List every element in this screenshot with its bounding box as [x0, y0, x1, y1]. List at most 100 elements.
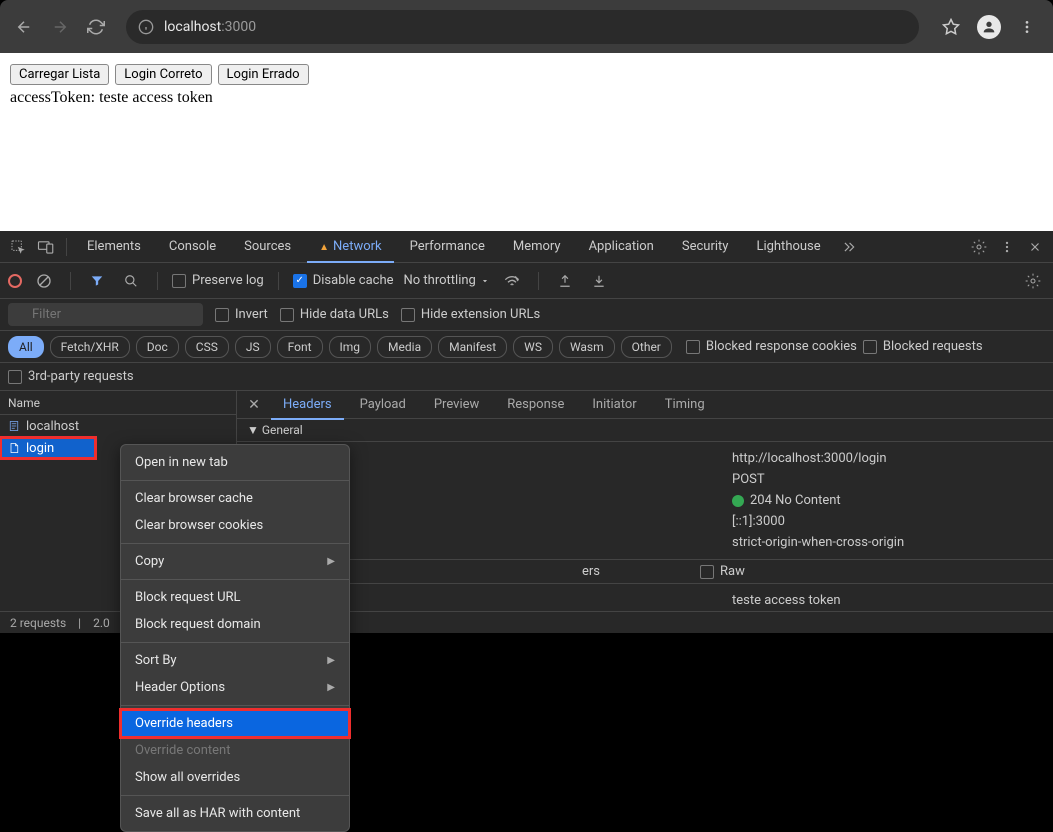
page-button-2[interactable]: Login Correto: [115, 64, 211, 85]
context-item-copy[interactable]: Copy▶: [121, 548, 349, 575]
type-css[interactable]: CSS: [185, 336, 229, 358]
disable-cache-label: Disable cache: [313, 273, 394, 288]
tab-performance[interactable]: Performance: [398, 231, 497, 262]
type-doc[interactable]: Doc: [136, 336, 179, 358]
tab-console[interactable]: Console: [157, 231, 228, 262]
context-separator: [121, 480, 349, 481]
type-fetch[interactable]: Fetch/XHR: [50, 336, 130, 358]
page-button-3[interactable]: Login Errado: [218, 64, 309, 85]
context-item-block-request-url[interactable]: Block request URL: [121, 584, 349, 611]
forward-button[interactable]: [46, 13, 74, 41]
filter-input[interactable]: [8, 303, 203, 326]
tab-sources[interactable]: Sources: [232, 231, 303, 262]
device-icon[interactable]: [34, 235, 58, 259]
throttling-select[interactable]: No throttling: [404, 273, 490, 288]
disable-cache-checkbox[interactable]: Disable cache: [293, 273, 394, 288]
detail-tab-response[interactable]: Response: [495, 391, 576, 418]
raw-checkbox[interactable]: Raw: [700, 564, 745, 579]
filter-row: Invert Hide data URLs Hide extension URL…: [0, 299, 1053, 331]
context-item-override-content: Override content: [121, 737, 349, 764]
file-icon: [8, 442, 20, 454]
tab-security[interactable]: Security: [670, 231, 741, 262]
more-tabs-icon[interactable]: [837, 235, 861, 259]
detail-tab-payload[interactable]: Payload: [348, 391, 418, 418]
search-icon[interactable]: [119, 269, 143, 293]
devtools-tabs: Elements Console Sources Network Perform…: [0, 231, 1053, 263]
transfer-size: 2.0: [93, 616, 110, 630]
detail-tab-preview[interactable]: Preview: [422, 391, 491, 418]
blocked-requests-checkbox[interactable]: Blocked requests: [863, 339, 983, 354]
context-separator: [121, 705, 349, 706]
type-ws[interactable]: WS: [513, 336, 553, 358]
preserve-log-checkbox[interactable]: Preserve log: [172, 273, 264, 288]
reload-button[interactable]: [82, 13, 110, 41]
close-detail-icon[interactable]: ✕: [241, 397, 267, 413]
type-other[interactable]: Other: [621, 336, 672, 358]
type-js[interactable]: JS: [235, 336, 271, 358]
close-devtools-icon[interactable]: [1023, 235, 1047, 259]
context-item-override-headers[interactable]: Override headers: [121, 710, 349, 737]
kebab-icon[interactable]: [995, 235, 1019, 259]
detail-tab-initiator[interactable]: Initiator: [580, 391, 648, 418]
info-icon: [138, 19, 154, 35]
page-button-1[interactable]: Carregar Lista: [10, 64, 109, 85]
context-menu: Open in new tab Clear browser cacheClear …: [120, 444, 350, 832]
profile-avatar[interactable]: [973, 11, 1005, 43]
header-value: teste access token: [732, 593, 841, 608]
context-item-open-in-new-tab[interactable]: Open in new tab: [121, 449, 349, 476]
chevron-right-icon: ▶: [327, 556, 335, 567]
chevron-right-icon: ▶: [327, 655, 335, 666]
context-item-header-options[interactable]: Header Options▶: [121, 674, 349, 701]
menu-icon[interactable]: [1011, 11, 1043, 43]
inspect-icon[interactable]: [6, 235, 30, 259]
type-font[interactable]: Font: [277, 336, 323, 358]
context-item-clear-browser-cookies[interactable]: Clear browser cookies: [121, 512, 349, 539]
referrer-policy-value: strict-origin-when-cross-origin: [732, 535, 904, 550]
tab-memory[interactable]: Memory: [501, 231, 573, 262]
status-dot-icon: [732, 495, 744, 507]
upload-icon[interactable]: [553, 269, 577, 293]
filter-icon[interactable]: [85, 269, 109, 293]
invert-checkbox[interactable]: Invert: [215, 307, 268, 322]
record-button[interactable]: [8, 274, 22, 288]
request-url-value: http://localhost:3000/login: [732, 451, 887, 466]
settings-icon[interactable]: [967, 235, 991, 259]
tab-elements[interactable]: Elements: [75, 231, 153, 262]
context-item-block-request-domain[interactable]: Block request domain: [121, 611, 349, 638]
tab-network[interactable]: Network: [307, 231, 394, 262]
response-headers-section[interactable]: ers Raw: [237, 559, 1053, 584]
list-item-login[interactable]: login: [0, 437, 96, 459]
wifi-icon[interactable]: [500, 269, 524, 293]
list-header-name[interactable]: Name: [0, 391, 236, 415]
type-img[interactable]: Img: [329, 336, 372, 358]
address-bar[interactable]: localhost:3000: [126, 10, 919, 44]
tab-lighthouse[interactable]: Lighthouse: [744, 231, 832, 262]
document-icon: [8, 420, 20, 432]
tab-application[interactable]: Application: [577, 231, 666, 262]
context-item-show-all-overrides[interactable]: Show all overrides: [121, 764, 349, 791]
context-item-sort-by[interactable]: Sort By▶: [121, 647, 349, 674]
bookmark-icon[interactable]: [935, 11, 967, 43]
detail-tab-headers[interactable]: Headers: [271, 391, 344, 420]
third-party-checkbox[interactable]: 3rd-party requests: [8, 369, 134, 384]
request-method-value: POST: [732, 472, 765, 487]
extra-filter-row: 3rd-party requests: [0, 363, 1053, 391]
clear-button[interactable]: [32, 269, 56, 293]
context-item-clear-browser-cache[interactable]: Clear browser cache: [121, 485, 349, 512]
blocked-cookies-checkbox[interactable]: Blocked response cookies: [686, 339, 857, 354]
hide-data-checkbox[interactable]: Hide data URLs: [280, 307, 389, 322]
type-manifest[interactable]: Manifest: [438, 336, 507, 358]
context-separator: [121, 642, 349, 643]
type-media[interactable]: Media: [377, 336, 432, 358]
type-all[interactable]: All: [8, 336, 44, 358]
chevron-right-icon: ▶: [327, 682, 335, 693]
type-wasm[interactable]: Wasm: [559, 336, 615, 358]
general-section[interactable]: ▼ General: [237, 419, 1053, 442]
context-item-save-all-as-har-with-content[interactable]: Save all as HAR with content: [121, 800, 349, 827]
back-button[interactable]: [10, 13, 38, 41]
list-item-localhost[interactable]: localhost: [0, 415, 236, 437]
detail-tab-timing[interactable]: Timing: [653, 391, 717, 418]
network-settings-icon[interactable]: [1021, 269, 1045, 293]
hide-ext-checkbox[interactable]: Hide extension URLs: [401, 307, 540, 322]
download-icon[interactable]: [587, 269, 611, 293]
